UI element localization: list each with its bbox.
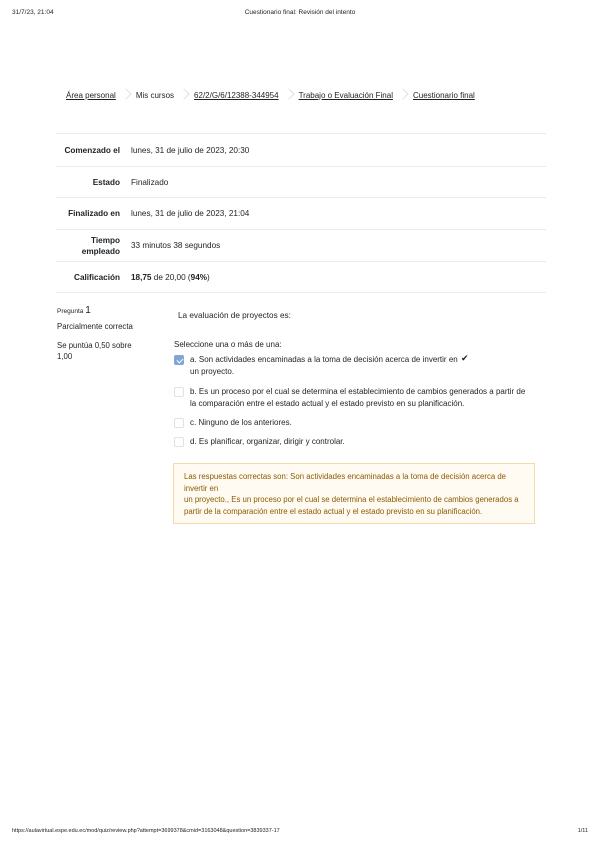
grade-close: ) — [207, 272, 210, 282]
question-number: Pregunta 1 — [57, 305, 167, 316]
breadcrumb-section[interactable]: Trabajo o Evaluación Final — [299, 91, 393, 100]
summary-value: lunes, 31 de julio de 2023, 21:04 — [131, 209, 250, 218]
question-number-value: 1 — [85, 305, 91, 316]
question-grade-line: Se puntúa 0,50 sobre — [57, 341, 132, 350]
print-footer: https://aulavirtual.espe.edu.ec/mod/quiz… — [12, 828, 588, 838]
checkbox[interactable] — [174, 418, 184, 428]
grade-score: 18,75 — [131, 272, 152, 282]
feedback-line: Las respuestas correctas son: Son activi… — [184, 472, 507, 481]
summary-label: Comenzado el — [64, 145, 120, 155]
chevron-right-icon — [174, 88, 194, 102]
checkbox[interactable] — [174, 437, 184, 447]
chevron-right-icon — [393, 88, 413, 102]
print-title: Cuestionario final: Revisión del intento — [244, 9, 356, 16]
breadcrumb-course[interactable]: 62/2/G/6/12388-344954 — [194, 91, 279, 100]
summary-value: 33 minutos 38 segundos — [131, 241, 221, 250]
summary-label: Estado — [92, 177, 120, 187]
summary-value: Finalizado — [131, 177, 169, 187]
answer-line: la comparación entre el estado actual y … — [190, 398, 465, 408]
answer-line: c. Ninguno de los anteriores. — [190, 418, 292, 427]
attempt-summary-table: Comenzado el lunes, 31 de julio de 2023,… — [56, 133, 546, 293]
answer-line: d. Es planificar, organizar, dirigir y c… — [190, 437, 345, 446]
summary-row-grade: Calificación 18,75 de 20,00 (94%) — [56, 262, 546, 293]
check-icon: ✔ — [461, 353, 469, 363]
question-text: La evaluación de proyectos es: — [178, 311, 291, 320]
feedback-line: invertir en — [184, 483, 219, 493]
answer-label: c. Ninguno de los anteriores. — [190, 417, 292, 429]
summary-value: lunes, 31 de julio de 2023, 20:30 — [131, 145, 250, 155]
summary-row-state: Estado Finalizado — [56, 167, 546, 198]
breadcrumb: Área personal Mis cursos 62/2/G/6/12388-… — [66, 88, 475, 102]
breadcrumb-area-personal[interactable]: Área personal — [66, 91, 116, 100]
answer-line: b. Es un proceso por el cual se determin… — [190, 387, 526, 396]
answer-option-b[interactable]: b. Es un proceso por el cual se determin… — [174, 386, 525, 409]
question-label: Pregunta — [57, 308, 86, 315]
print-page-number: 1/11 — [577, 828, 588, 834]
summary-label: Tiempo empleado — [56, 235, 128, 257]
question-grade: Se puntúa 0,50 sobre 1,00 — [57, 340, 167, 362]
print-url: https://aulavirtual.espe.edu.ec/mod/quiz… — [12, 828, 280, 834]
checkbox[interactable] — [174, 387, 184, 397]
correct-answer-feedback: Las respuestas correctas son: Son activi… — [173, 463, 535, 525]
answer-label: b. Es un proceso por el cual se determin… — [190, 386, 525, 409]
summary-label: Calificación — [74, 272, 120, 282]
answer-prompt: Seleccione una o más de una: — [174, 340, 282, 349]
summary-row-finished: Finalizado en lunes, 31 de julio de 2023… — [56, 198, 546, 230]
answer-label: d. Es planificar, organizar, dirigir y c… — [190, 436, 345, 448]
summary-row-time: Tiempo empleado 33 minutos 38 segundos — [56, 230, 546, 262]
feedback-line: partir de la comparación entre el estado… — [184, 506, 483, 516]
chevron-right-icon — [116, 88, 136, 102]
answer-option-a[interactable]: a. Son actividades encaminadas a la toma… — [174, 353, 469, 377]
answer-label: a. Son actividades encaminadas a la toma… — [190, 354, 458, 377]
breadcrumb-mis-cursos[interactable]: Mis cursos — [136, 91, 174, 100]
summary-label-line: empleado — [81, 246, 120, 256]
chevron-right-icon — [279, 88, 299, 102]
answer-option-c[interactable]: c. Ninguno de los anteriores. — [174, 417, 292, 429]
summary-row-started: Comenzado el lunes, 31 de julio de 2023,… — [56, 134, 546, 167]
grade-rest: de 20,00 ( — [151, 272, 191, 282]
summary-value: 18,75 de 20,00 (94%) — [128, 273, 210, 282]
checkbox-checked[interactable] — [174, 355, 184, 365]
summary-label: Finalizado en — [68, 209, 120, 218]
question-grade-line: 1,00 — [57, 352, 73, 361]
answer-option-d[interactable]: d. Es planificar, organizar, dirigir y c… — [174, 436, 345, 448]
answer-line: un proyecto. — [190, 366, 235, 376]
breadcrumb-quiz[interactable]: Cuestionario final — [413, 91, 475, 100]
print-header: 31/7/23, 21:04 Cuestionario final: Revis… — [12, 9, 588, 21]
question-info: Pregunta 1 Parcialmente correcta Se punt… — [57, 305, 167, 362]
feedback-line: un proyecto., Es un proceso por el cual … — [184, 495, 519, 505]
answer-line: a. Son actividades encaminadas a la toma… — [190, 355, 458, 364]
summary-label-line: Tiempo — [91, 235, 120, 245]
grade-percent: 94% — [190, 272, 208, 282]
question-state: Parcialmente correcta — [57, 322, 133, 331]
